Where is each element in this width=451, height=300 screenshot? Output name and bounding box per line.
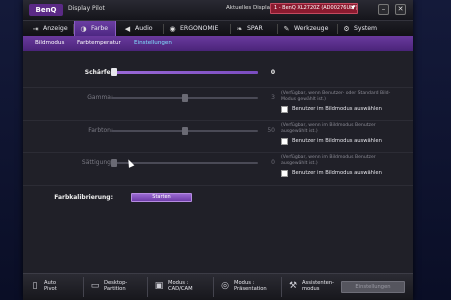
presentation-mode-button[interactable]: ◎ Modus : Präsentation — [219, 278, 277, 298]
button-label: Partition — [104, 286, 126, 292]
tab-farbe[interactable]: ◑ Farbe — [74, 21, 116, 37]
tab-werkzeuge[interactable]: ✎ Werkzeuge — [278, 21, 338, 37]
tab-label: Anzeige — [43, 25, 68, 32]
saettigung-checkbox-label: Benutzer im Bildmodus auswählen — [292, 170, 382, 176]
separator — [213, 277, 214, 297]
tab-label: System — [354, 25, 378, 32]
wizard-mode-button[interactable]: ⚒ Assistenten-modus — [287, 278, 339, 298]
saettigung-row: Sättigung: 0 (Verfügbar, wenn im Bildmod… — [23, 155, 413, 188]
start-calibration-button[interactable]: Starten — [131, 193, 192, 202]
button-label: modus — [302, 286, 320, 292]
current-display-label: Aktuelles Display — [226, 5, 274, 11]
farbton-checkbox-label: Benutzer im Bildmodus auswählen — [292, 138, 382, 144]
divider — [23, 120, 413, 121]
eye-icon: ◉ — [169, 25, 176, 33]
sub-tab-bar: Bildmodus Farbtemperatur Einstellungen — [23, 36, 413, 51]
minimize-button[interactable]: – — [378, 4, 389, 15]
saettigung-label: Sättigung: — [81, 159, 113, 166]
rotate-icon: ▯ — [32, 281, 38, 291]
saettigung-value: 0 — [271, 159, 275, 166]
speaker-icon: ◀ — [124, 25, 131, 33]
divider — [23, 87, 413, 88]
gamma-user-mode-checkbox[interactable] — [281, 106, 288, 113]
separator — [147, 277, 148, 297]
current-display-value: 1 - BenQ XL2720Z (AD00276ULF) — [274, 5, 358, 11]
desktop-partition-button[interactable]: ▭ Desktop- Partition — [89, 278, 143, 298]
settings-panel: Schärfe: 0 Gamma: 3 (Verfügbar, wenn Ben… — [23, 51, 413, 273]
farbton-note: (Verfügbar, wenn im Bildmodus Benutzer a… — [281, 123, 376, 134]
cad-icon: ▣ — [154, 281, 164, 291]
gamma-value: 3 — [271, 94, 275, 101]
button-label: Präsentation — [234, 286, 267, 292]
hotkey-settings-button[interactable]: Einstellungen — [341, 281, 405, 293]
subtab-farbtemperatur[interactable]: Farbtemperatur — [77, 40, 121, 46]
gamma-slider — [111, 94, 258, 102]
gamma-row: Gamma: 3 (Verfügbar, wenn Benutzer- oder… — [23, 91, 413, 123]
tab-audio[interactable]: ◀ Audio — [119, 21, 164, 37]
farbkalibrierung-row: Farbkalibrierung: — [23, 192, 413, 204]
farbton-label: Farbton: — [88, 127, 113, 134]
farbton-value: 50 — [267, 127, 275, 134]
tab-ergonomie[interactable]: ◉ ERGONOMIE — [164, 21, 231, 37]
tab-label: Farbe — [91, 25, 109, 32]
wrench-icon: ✎ — [283, 25, 290, 33]
display-pilot-window: BenQ Display Pilot Aktuelles Display 1 -… — [23, 0, 413, 300]
chevron-down-icon: ▼ — [351, 5, 355, 11]
subtab-einstellungen[interactable]: Einstellungen — [134, 40, 172, 46]
palette-icon: ◑ — [80, 25, 87, 33]
tab-anzeige[interactable]: ⇥ Anzeige — [27, 21, 74, 37]
divider — [23, 185, 413, 186]
farbkalibrierung-label: Farbkalibrierung: — [54, 194, 113, 201]
tab-label: Audio — [135, 25, 153, 32]
benq-logo: BenQ — [29, 4, 63, 16]
auto-pivot-button[interactable]: ▯ Auto Pivot — [29, 278, 79, 298]
farbton-user-mode-checkbox[interactable] — [281, 138, 288, 145]
button-label: Pivot — [44, 286, 57, 292]
schaerfe-row: Schärfe: 0 — [23, 68, 413, 78]
cad-cam-mode-button[interactable]: ▣ Modus : CAD/CAM — [153, 278, 209, 298]
saettigung-user-mode-checkbox[interactable] — [281, 170, 288, 177]
saettigung-slider-handle — [111, 159, 117, 167]
tab-label: SPAR — [247, 25, 263, 32]
schaerfe-slider[interactable] — [111, 68, 258, 76]
tab-spar[interactable]: ❧ SPAR — [231, 21, 278, 37]
gamma-note: (Verfügbar, wenn Benutzer- oder Standard… — [281, 91, 391, 102]
title-bar: BenQ Display Pilot Aktuelles Display 1 -… — [23, 0, 413, 20]
farbton-slider-handle — [182, 127, 188, 135]
current-display-dropdown[interactable]: 1 - BenQ XL2720Z (AD00276ULF) ▼ — [270, 3, 358, 14]
schaerfe-slider-handle[interactable] — [111, 68, 117, 76]
leaf-icon: ❧ — [236, 25, 243, 33]
partition-icon: ▭ — [90, 281, 100, 291]
tab-label: ERGONOMIE — [180, 25, 219, 32]
schaerfe-value: 0 — [270, 69, 275, 76]
farbton-slider — [111, 127, 258, 135]
schaerfe-label: Schärfe: — [84, 69, 113, 76]
wand-icon: ⚒ — [288, 281, 298, 291]
monitor-arrow-icon: ⇥ — [32, 25, 39, 33]
presentation-icon: ◎ — [221, 281, 229, 291]
gamma-label: Gamma: — [87, 94, 113, 101]
close-button[interactable]: ✕ — [395, 4, 406, 15]
button-label: CAD/CAM — [168, 286, 193, 292]
tab-label: Werkzeuge — [294, 25, 329, 32]
gamma-slider-handle — [182, 94, 188, 102]
divider — [23, 152, 413, 153]
separator — [83, 277, 84, 297]
app-title: Display Pilot — [68, 5, 105, 12]
system-icon: ⚙ — [343, 25, 350, 33]
saettigung-note: (Verfügbar, wenn im Bildmodus Benutzer a… — [281, 155, 376, 166]
main-tab-bar: ⇥ Anzeige ◑ Farbe ◀ Audio ◉ ERGONOMIE ❧ … — [23, 20, 413, 37]
bottom-toolbar: ▯ Auto Pivot ▭ Desktop- Partition ▣ Modus … — [23, 273, 413, 300]
separator — [281, 277, 282, 297]
gamma-checkbox-label: Benutzer im Bildmodus auswählen — [292, 106, 382, 112]
subtab-bildmodus[interactable]: Bildmodus — [35, 40, 64, 46]
tab-system[interactable]: ⚙ System — [338, 21, 388, 37]
